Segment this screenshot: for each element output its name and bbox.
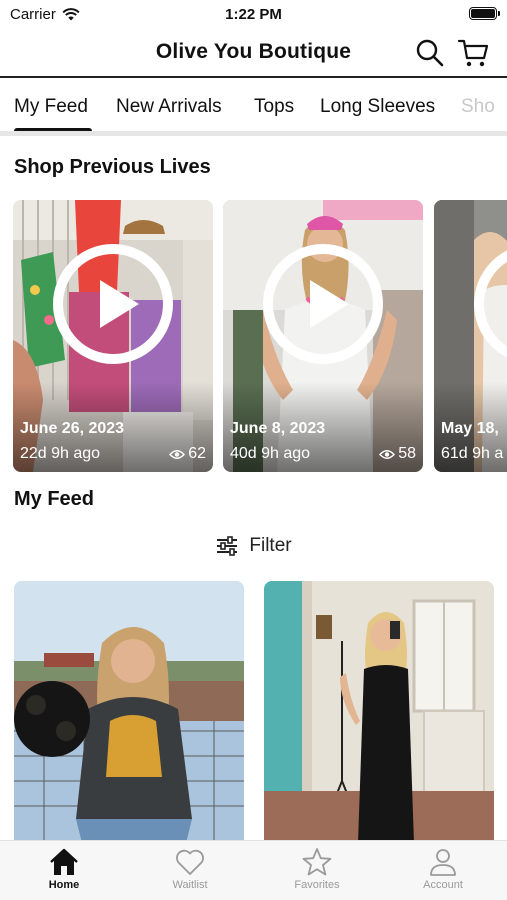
play-icon[interactable] bbox=[472, 242, 507, 366]
person-icon bbox=[430, 849, 456, 876]
live-time-ago: 40d 9h ago bbox=[230, 445, 311, 462]
tab-tops[interactable]: Tops bbox=[254, 96, 294, 118]
product-image bbox=[14, 581, 244, 843]
filter-button[interactable]: Filter bbox=[0, 532, 507, 560]
live-video-card[interactable]: June 8, 2023 40d 9h ago 58 bbox=[223, 200, 423, 472]
tab-new-arrivals[interactable]: New Arrivals bbox=[116, 96, 222, 118]
app-header: Olive You Boutique bbox=[0, 30, 507, 78]
live-date: May 18, bbox=[441, 420, 499, 437]
live-time-ago: 61d 9h a bbox=[441, 445, 504, 462]
heart-icon bbox=[176, 849, 204, 875]
feed-heading: My Feed bbox=[14, 488, 95, 510]
search-icon[interactable] bbox=[415, 38, 445, 68]
filter-label: Filter bbox=[249, 535, 292, 556]
tab-partial[interactable]: Sho bbox=[461, 96, 495, 118]
live-view-count: 58 bbox=[379, 445, 416, 463]
play-icon[interactable] bbox=[261, 242, 385, 366]
view-count-value: 58 bbox=[398, 445, 416, 462]
feed-product-card[interactable] bbox=[14, 581, 244, 843]
tab-my-feed[interactable]: My Feed bbox=[14, 96, 88, 118]
nav-account[interactable]: Account bbox=[393, 847, 493, 891]
product-image bbox=[264, 581, 494, 843]
eye-icon bbox=[169, 449, 186, 459]
live-video-card[interactable]: May 18, 61d 9h a bbox=[434, 200, 507, 472]
battery-icon bbox=[469, 7, 500, 20]
star-icon bbox=[302, 848, 332, 876]
eye-icon bbox=[379, 449, 396, 459]
nav-waitlist-label: Waitlist bbox=[172, 879, 208, 891]
status-time: 1:22 PM bbox=[225, 6, 282, 23]
sliders-icon bbox=[217, 536, 238, 556]
feed-product-card[interactable] bbox=[264, 581, 494, 843]
active-tab-indicator bbox=[14, 128, 92, 131]
status-bar: Carrier 1:22 PM bbox=[0, 0, 507, 30]
tab-long-sleeves[interactable]: Long Sleeves bbox=[320, 96, 435, 118]
nav-waitlist[interactable]: Waitlist bbox=[140, 847, 240, 891]
view-count-value: 62 bbox=[188, 445, 206, 462]
cart-icon[interactable] bbox=[457, 37, 489, 69]
live-date: June 26, 2023 bbox=[20, 420, 125, 437]
nav-favorites[interactable]: Favorites bbox=[267, 847, 367, 891]
nav-home[interactable]: Home bbox=[14, 847, 114, 891]
nav-home-label: Home bbox=[48, 879, 80, 891]
nav-favorites-label: Favorites bbox=[294, 879, 340, 891]
previous-lives-carousel[interactable]: June 26, 2023 22d 9h ago 62 June 8, 2023… bbox=[0, 200, 507, 472]
live-time-ago: 22d 9h ago bbox=[20, 445, 101, 462]
play-icon[interactable] bbox=[51, 242, 175, 366]
live-view-count: 62 bbox=[169, 445, 206, 463]
live-video-card[interactable]: June 26, 2023 22d 9h ago 62 bbox=[13, 200, 213, 472]
previous-lives-heading: Shop Previous Lives bbox=[14, 156, 211, 178]
category-tabs: My Feed New Arrivals Tops Long Sleeves S… bbox=[0, 80, 507, 136]
bottom-tab-bar: Home Waitlist Favorites Account bbox=[0, 840, 507, 900]
nav-account-label: Account bbox=[423, 879, 463, 891]
home-icon bbox=[50, 848, 78, 875]
live-date: June 8, 2023 bbox=[230, 420, 326, 437]
